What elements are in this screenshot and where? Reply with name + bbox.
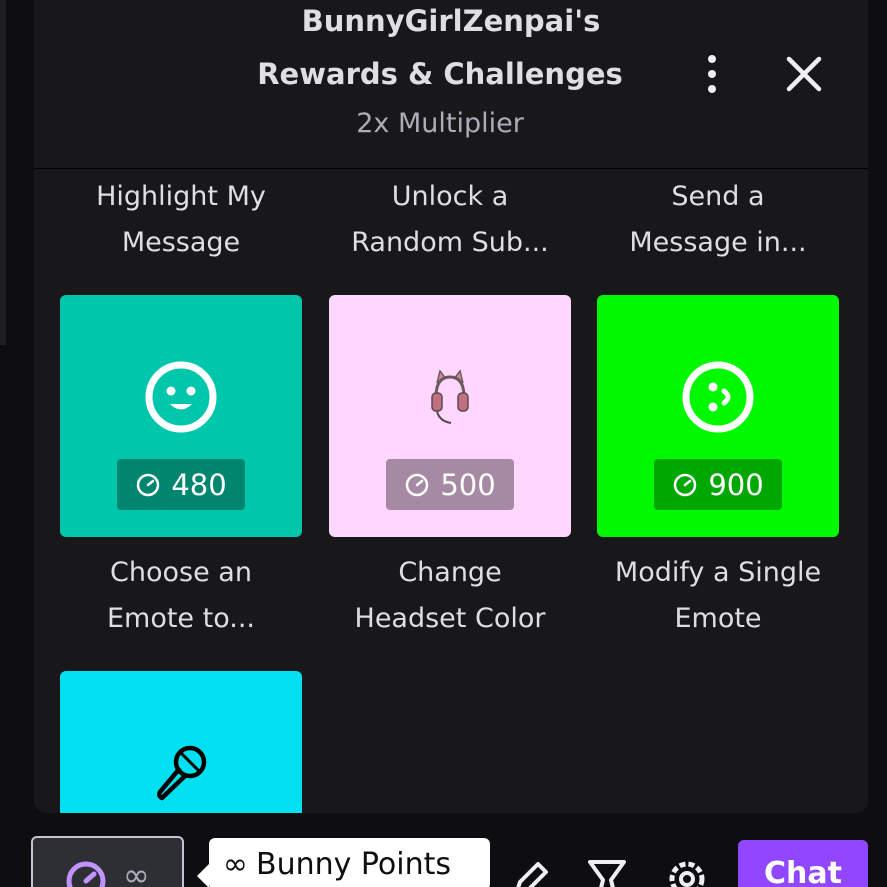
reward-tile-choose-emote[interactable]: 480: [60, 295, 302, 537]
reward-tile-modify-emote[interactable]: 900: [597, 295, 839, 537]
reward-label-modify-emote: Modify a Single Emote: [614, 557, 822, 634]
cat-ear-headset-icon: [329, 359, 571, 435]
close-button[interactable]: [782, 52, 826, 96]
reward-cost: 480: [171, 467, 227, 502]
more-dots-icon: [708, 70, 716, 78]
left-divider: [0, 0, 6, 345]
winking-face-icon: [597, 359, 839, 435]
tooltip-symbol: ∞: [223, 846, 248, 882]
gear-icon[interactable]: [664, 856, 710, 887]
more-options-button[interactable]: [694, 50, 730, 98]
channel-points-icon: [674, 473, 697, 496]
reward-cost: 500: [440, 467, 496, 502]
more-dots-icon: [708, 85, 716, 93]
multiplier-label: 2x Multiplier: [356, 108, 524, 139]
channel-points-icon: [66, 861, 106, 887]
tooltip-arrow: [197, 864, 209, 887]
smiley-face-icon: [60, 359, 302, 435]
rewards-popover: Highlight My Message Unlock a Random Sub…: [34, 0, 868, 813]
reward-cost-badge: 900: [654, 459, 782, 510]
chat-send-button[interactable]: Chat: [738, 840, 868, 887]
reward-cost: 900: [708, 467, 764, 502]
points-balance: ∞: [123, 856, 150, 887]
page-title-line1: BunnyGirlZenpai's: [301, 4, 601, 38]
channel-points-icon: [406, 473, 429, 496]
points-tooltip: ∞ Bunny Points: [209, 838, 490, 887]
reward-tile-microphone[interactable]: [60, 671, 302, 813]
reward-cost-badge: 500: [386, 459, 514, 510]
channel-points-button[interactable]: ∞: [31, 836, 184, 887]
reward-label-choose-emote: Choose an Emote to...: [106, 557, 256, 634]
reward-tile-change-headset-color[interactable]: 500: [329, 295, 571, 537]
reward-label-highlight-message: Highlight My Message: [96, 181, 266, 258]
reward-cost-badge: 480: [117, 459, 245, 510]
reward-label-send-message: Send a Message in...: [629, 181, 807, 258]
microphone-icon: [60, 735, 302, 811]
reward-label-unlock-random-sub: Unlock a Random Sub...: [351, 181, 549, 258]
chat-input-toolbar: ∞ ∞ Bunny Points Chat: [0, 820, 887, 887]
chat-rewards-view: Highlight My Message Unlock a Random Sub…: [0, 0, 887, 887]
page-title-line2: Rewards & Challenges: [257, 57, 623, 91]
close-icon: [786, 56, 822, 92]
trophy-icon[interactable]: [584, 856, 630, 887]
pencil-icon[interactable]: [508, 856, 554, 887]
reward-label-change-headset-color: Change Headset Color: [354, 557, 546, 634]
tooltip-text: Bunny Points: [256, 846, 452, 882]
more-dots-icon: [708, 55, 716, 63]
channel-points-icon: [137, 473, 160, 496]
rewards-header: BunnyGirlZenpai's Rewards & Challenges 2…: [34, 0, 868, 169]
